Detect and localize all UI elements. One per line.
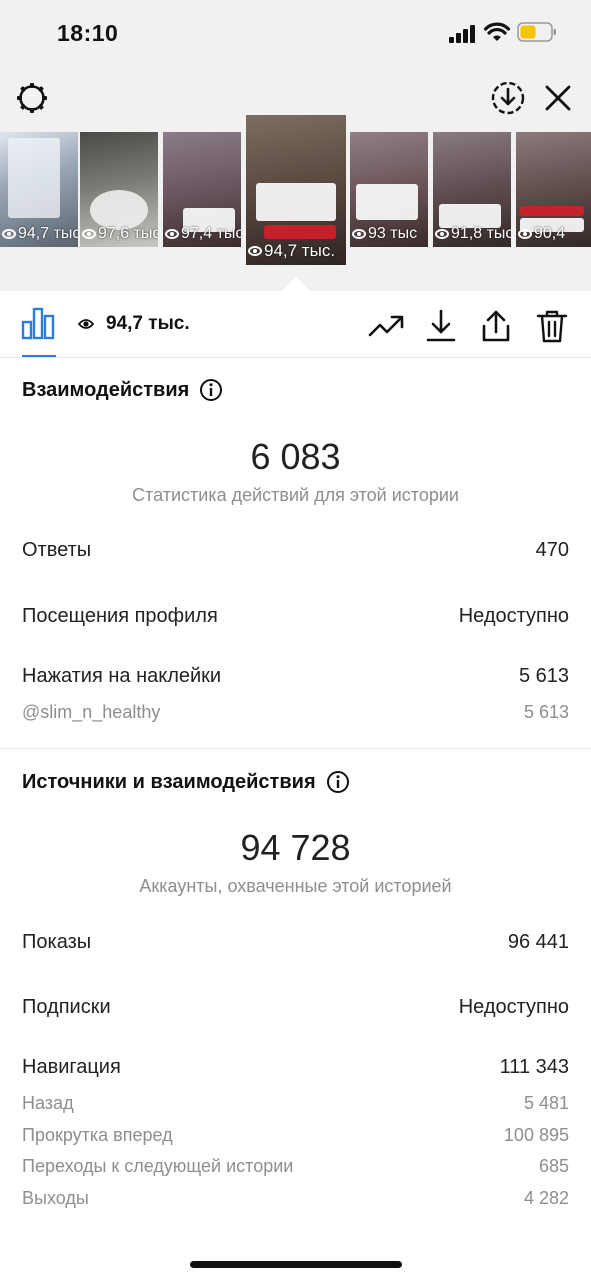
story-views-summary: 94,7 тыс. <box>78 313 190 335</box>
interactions-subtitle: Статистика действий для этой истории <box>132 485 459 505</box>
nav-value: 100 895 <box>503 1125 569 1145</box>
nav-value: 685 <box>538 1156 569 1176</box>
story-thumbnail[interactable]: 91,8 тыс <box>433 132 511 247</box>
story-thumbnail[interactable]: 93 тыс <box>350 132 428 247</box>
eye-icon <box>435 229 449 239</box>
info-icon[interactable] <box>199 378 223 402</box>
home-indicator[interactable] <box>190 1261 402 1268</box>
story-views: 94,7 тыс. <box>248 241 335 261</box>
story-views: 93 тыс <box>352 225 417 243</box>
sticker-label: @slim_n_healthy <box>22 702 161 722</box>
nav-row: Прокрутка вперед 100 895 <box>22 1125 569 1146</box>
nav-row: Переходы к следующей истории 685 <box>22 1156 569 1177</box>
story-thumbnail[interactable]: 90,4 <box>516 132 591 247</box>
nav-label: Прокрутка вперед <box>22 1125 173 1145</box>
info-icon[interactable] <box>326 770 350 794</box>
story-thumbnail-selected[interactable]: 94,7 тыс. <box>246 115 346 265</box>
battery-icon <box>517 22 556 42</box>
nav-row: Выходы 4 282 <box>22 1188 569 1209</box>
interactions-title-text: Взаимодействия <box>22 378 190 401</box>
story-views: 94,7 тыс <box>2 225 78 243</box>
eye-icon <box>518 229 532 239</box>
eye-icon <box>352 229 366 239</box>
metric-label: Нажатия на наклейки <box>22 665 222 687</box>
share-icon[interactable] <box>477 307 515 345</box>
story-thumbnail[interactable]: 94,7 тыс <box>0 132 78 247</box>
story-thumbnail[interactable]: 97,6 тыс <box>80 132 158 247</box>
selected-story-pointer <box>282 276 310 291</box>
interactions-section-title: Взаимодействия <box>22 378 223 402</box>
eye-icon <box>165 229 179 239</box>
metric-row: Ответы 470 <box>22 539 569 562</box>
metric-label: Навигация <box>22 1056 121 1078</box>
status-bar: 18:10 <box>0 0 591 66</box>
sticker-row: @slim_n_healthy 5 613 <box>22 702 569 723</box>
nav-row: Назад 5 481 <box>22 1093 569 1114</box>
metric-value: 96 441 <box>507 931 569 953</box>
metric-label: Показы <box>22 931 92 953</box>
story-insights-toolbar: 94,7 тыс. <box>0 291 591 358</box>
metric-row: Посещения профиля Недоступно <box>22 605 569 628</box>
metric-value: 5 613 <box>518 665 569 687</box>
views-count: 94,7 тыс. <box>106 313 190 334</box>
metric-value: Недоступно <box>458 996 569 1018</box>
story-thumbnail-strip[interactable]: 94,7 тыс 97,6 тыс 97,4 тыс 94,7 тыс. 93 … <box>0 115 591 265</box>
metric-row: Показы 96 441 <box>22 931 569 954</box>
nav-label: Переходы к следующей истории <box>22 1156 294 1176</box>
metric-value: 111 343 <box>499 1056 569 1078</box>
metric-row: Навигация 111 343 <box>22 1056 569 1079</box>
metric-value: Недоступно <box>458 605 569 627</box>
nav-value: 5 481 <box>523 1093 569 1113</box>
metric-label: Посещения профиля <box>22 605 218 627</box>
gear-icon <box>17 83 47 113</box>
nav-label: Выходы <box>22 1188 89 1208</box>
eye-icon <box>248 246 262 256</box>
metric-value: 470 <box>535 539 569 561</box>
save-story-button[interactable] <box>488 78 528 118</box>
trending-icon[interactable] <box>367 307 405 345</box>
settings-gear-button[interactable] <box>12 78 52 118</box>
bar-chart-icon[interactable] <box>20 305 56 341</box>
discovery-section-title: Источники и взаимодействия <box>22 770 350 794</box>
nav-label: Назад <box>22 1093 74 1113</box>
interactions-total: 6 083 <box>250 436 341 477</box>
metric-label: Подписки <box>22 996 111 1018</box>
discovery-total: 94 728 <box>240 827 351 868</box>
header-area: 18:10 94,7 тыс 97,6 тыс 97,4 тыс 94,7 ты… <box>0 0 591 291</box>
eye-icon <box>2 229 16 239</box>
metric-row: Подписки Недоступно <box>22 996 569 1019</box>
sticker-value: 5 613 <box>523 702 569 722</box>
active-tab-indicator <box>22 355 56 357</box>
trash-icon[interactable] <box>533 307 571 345</box>
metric-row: Нажатия на наклейки 5 613 <box>22 665 569 688</box>
discovery-subtitle: Аккаунты, охваченные этой историей <box>139 876 452 896</box>
download-circle-icon <box>491 81 525 115</box>
story-views: 97,6 тыс <box>82 225 158 243</box>
download-icon[interactable] <box>422 307 460 345</box>
cellular-signal-icon <box>449 25 475 43</box>
story-views: 90,4 <box>518 225 565 243</box>
eye-icon <box>82 229 96 239</box>
wifi-icon <box>484 22 510 41</box>
story-views: 97,4 тыс <box>165 225 241 243</box>
close-button[interactable] <box>538 78 578 118</box>
metric-label: Ответы <box>22 539 92 561</box>
section-divider <box>0 748 591 749</box>
story-views: 91,8 тыс <box>435 225 511 243</box>
discovery-title-text: Источники и взаимодействия <box>22 770 316 793</box>
nav-value: 4 282 <box>523 1188 569 1208</box>
eye-icon <box>78 319 94 329</box>
story-thumbnail[interactable]: 97,4 тыс <box>163 132 241 247</box>
status-time: 18:10 <box>57 20 119 46</box>
close-icon <box>545 85 571 111</box>
